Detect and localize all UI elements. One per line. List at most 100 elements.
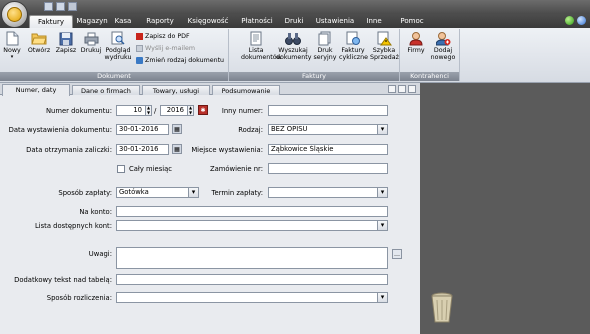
- additional-text-label: Dodatkowy tekst nad tabelą:: [14, 276, 112, 284]
- quick-sale-label-2: Sprzedaż: [370, 54, 399, 61]
- chevron-down-icon: ▾: [10, 54, 14, 60]
- serial-print-label-2: seryjny: [313, 54, 337, 61]
- group-faktury: Lista dokumentów Wyszukaj dokumenty Druk…: [229, 29, 400, 81]
- title-icons: [565, 16, 586, 25]
- send-email-label: Wyślij e-mailem: [145, 45, 196, 52]
- print-label: Drukuj: [80, 47, 102, 54]
- serial-print-label-1: Druk: [317, 47, 333, 54]
- tab-magazyn[interactable]: Magazyn: [76, 15, 108, 28]
- add-new-contractor-button[interactable]: Dodaj nowego: [430, 31, 456, 61]
- recurring-invoices-icon: [345, 31, 361, 46]
- minimize-icon[interactable]: [388, 85, 396, 93]
- other-number-field[interactable]: [268, 105, 388, 116]
- print-preview-button[interactable]: Podgląd wydruku: [104, 31, 132, 61]
- payment-method-select[interactable]: Gotówka: [116, 187, 199, 198]
- close-icon[interactable]: [408, 85, 416, 93]
- whole-month-checkbox[interactable]: [117, 165, 125, 173]
- open-label: Otwórz: [27, 47, 51, 54]
- save-pdf-button[interactable]: Zapisz do PDF: [136, 32, 190, 41]
- change-type-label: Zmień rodzaj dokumentu: [145, 57, 225, 64]
- notes-label: Uwagi:: [88, 250, 112, 258]
- change-type-icon: [136, 57, 143, 64]
- companies-button[interactable]: Firmy: [405, 31, 427, 54]
- tab-raporty[interactable]: Raporty: [144, 15, 176, 28]
- help-icon[interactable]: [577, 16, 586, 25]
- calendar-icon[interactable]: ▦: [172, 124, 182, 134]
- issue-date-field[interactable]: 30-01-2016: [116, 124, 169, 135]
- document-list-button[interactable]: Lista dokumentów: [241, 31, 282, 61]
- quick-sale-label-1: Szybka: [372, 47, 396, 54]
- ribbon: Nowy ▾ Otwórz Zapisz Drukuj Podgląd wydr…: [0, 28, 590, 83]
- tab-platnosci[interactable]: Płatności: [240, 15, 274, 28]
- open-button[interactable]: Otwórz: [27, 31, 51, 54]
- recurring-invoices-button[interactable]: Faktury cykliczne: [339, 31, 368, 61]
- change-document-type-button[interactable]: Zmień rodzaj dokumentu: [136, 56, 224, 65]
- online-status-icon[interactable]: [565, 16, 574, 25]
- whole-month-label: Cały miesiąc: [129, 165, 173, 173]
- tab-dane-o-firmach[interactable]: Dane o firmach: [72, 85, 140, 95]
- tab-faktury[interactable]: Faktury: [29, 15, 73, 28]
- floppy-disk-icon: [58, 31, 74, 46]
- title-bar: [0, 0, 590, 14]
- document-form-panel: Numer, daty Dane o firmach Towary, usług…: [0, 83, 420, 334]
- quick-undo-icon[interactable]: [68, 2, 77, 11]
- save-button[interactable]: Zapisz: [55, 31, 77, 54]
- document-list-label-2: dokumentów: [241, 54, 282, 61]
- tab-inne[interactable]: Inne: [364, 15, 384, 28]
- serial-print-button[interactable]: Druk seryjny: [313, 31, 337, 61]
- quick-sale-icon: [376, 31, 392, 46]
- quick-save-icon[interactable]: [44, 2, 53, 11]
- send-email-button[interactable]: Wyślij e-mailem: [136, 44, 195, 53]
- advance-calendar-icon[interactable]: ▦: [172, 144, 182, 154]
- document-number-spinner[interactable]: ▲ ▼: [145, 105, 152, 116]
- tab-ksiegowosc[interactable]: Księgowość: [185, 15, 231, 28]
- group-faktury-caption: Faktury: [229, 72, 399, 81]
- print-preview-label-1: Podgląd: [105, 47, 131, 54]
- recycle-bin-icon[interactable]: [430, 292, 454, 324]
- tab-podsumowanie[interactable]: Podsumowanie: [212, 85, 280, 95]
- tab-numer-daty[interactable]: Numer, daty: [2, 84, 70, 96]
- search-documents-button[interactable]: Wyszukaj dokumenty: [276, 31, 312, 61]
- notes-field[interactable]: [116, 247, 388, 269]
- new-button[interactable]: Nowy ▾: [3, 31, 21, 61]
- recurring-invoices-label-1: Faktury: [341, 47, 365, 54]
- additional-text-field[interactable]: [116, 274, 388, 285]
- group-kontrahenci-caption: Kontrahenci: [400, 72, 459, 81]
- available-accounts-select[interactable]: [116, 220, 388, 231]
- application-menu-button[interactable]: [1, 1, 28, 28]
- payment-method-label: Sposób zapłaty:: [58, 189, 112, 197]
- place-of-issue-field[interactable]: Ząbkowice Śląskie: [268, 144, 388, 155]
- print-preview-icon: [110, 31, 126, 46]
- restore-icon[interactable]: [398, 85, 406, 93]
- to-account-label: Na konto:: [79, 208, 112, 216]
- settlement-method-label: Sposób rozliczenia:: [46, 294, 112, 302]
- document-list-label-1: Lista: [248, 47, 264, 54]
- save-label: Zapisz: [55, 47, 77, 54]
- tab-pomoc[interactable]: Pomoc: [398, 15, 426, 28]
- group-dokument: Nowy ▾ Otwórz Zapisz Drukuj Podgląd wydr…: [0, 29, 229, 81]
- payment-term-select[interactable]: [268, 187, 388, 198]
- tab-ustawienia[interactable]: Ustawienia: [314, 15, 356, 28]
- settlement-method-select[interactable]: [116, 292, 388, 303]
- notes-options-icon[interactable]: …: [392, 249, 402, 259]
- quick-print-icon[interactable]: [56, 2, 65, 11]
- print-button[interactable]: Drukuj: [80, 31, 102, 54]
- app-logo-icon: [7, 7, 22, 22]
- type-select[interactable]: BEZ OPISU: [268, 124, 388, 135]
- tab-druki[interactable]: Druki: [283, 15, 305, 28]
- quick-sale-button[interactable]: Szybka Sprzedaż: [370, 31, 399, 61]
- new-label: Nowy: [3, 47, 21, 54]
- email-icon: [136, 45, 143, 52]
- to-account-field[interactable]: [116, 206, 388, 217]
- printer-icon: [83, 31, 99, 46]
- order-number-field[interactable]: [268, 163, 388, 174]
- numbering-settings-icon[interactable]: ✱: [198, 105, 208, 115]
- ribbon-tabs: Faktury Magazyn Kasa Raporty Księgowość …: [0, 14, 590, 28]
- order-number-label: Zamówienie nr:: [209, 165, 263, 173]
- advance-date-field[interactable]: 30-01-2016: [116, 144, 169, 155]
- tab-kasa[interactable]: Kasa: [112, 15, 134, 28]
- tab-towary-uslugi[interactable]: Towary, usługi: [142, 85, 210, 95]
- pdf-icon: [136, 33, 143, 40]
- document-year-spinner[interactable]: ▲ ▼: [187, 105, 194, 116]
- search-documents-label-2: dokumenty: [276, 54, 312, 61]
